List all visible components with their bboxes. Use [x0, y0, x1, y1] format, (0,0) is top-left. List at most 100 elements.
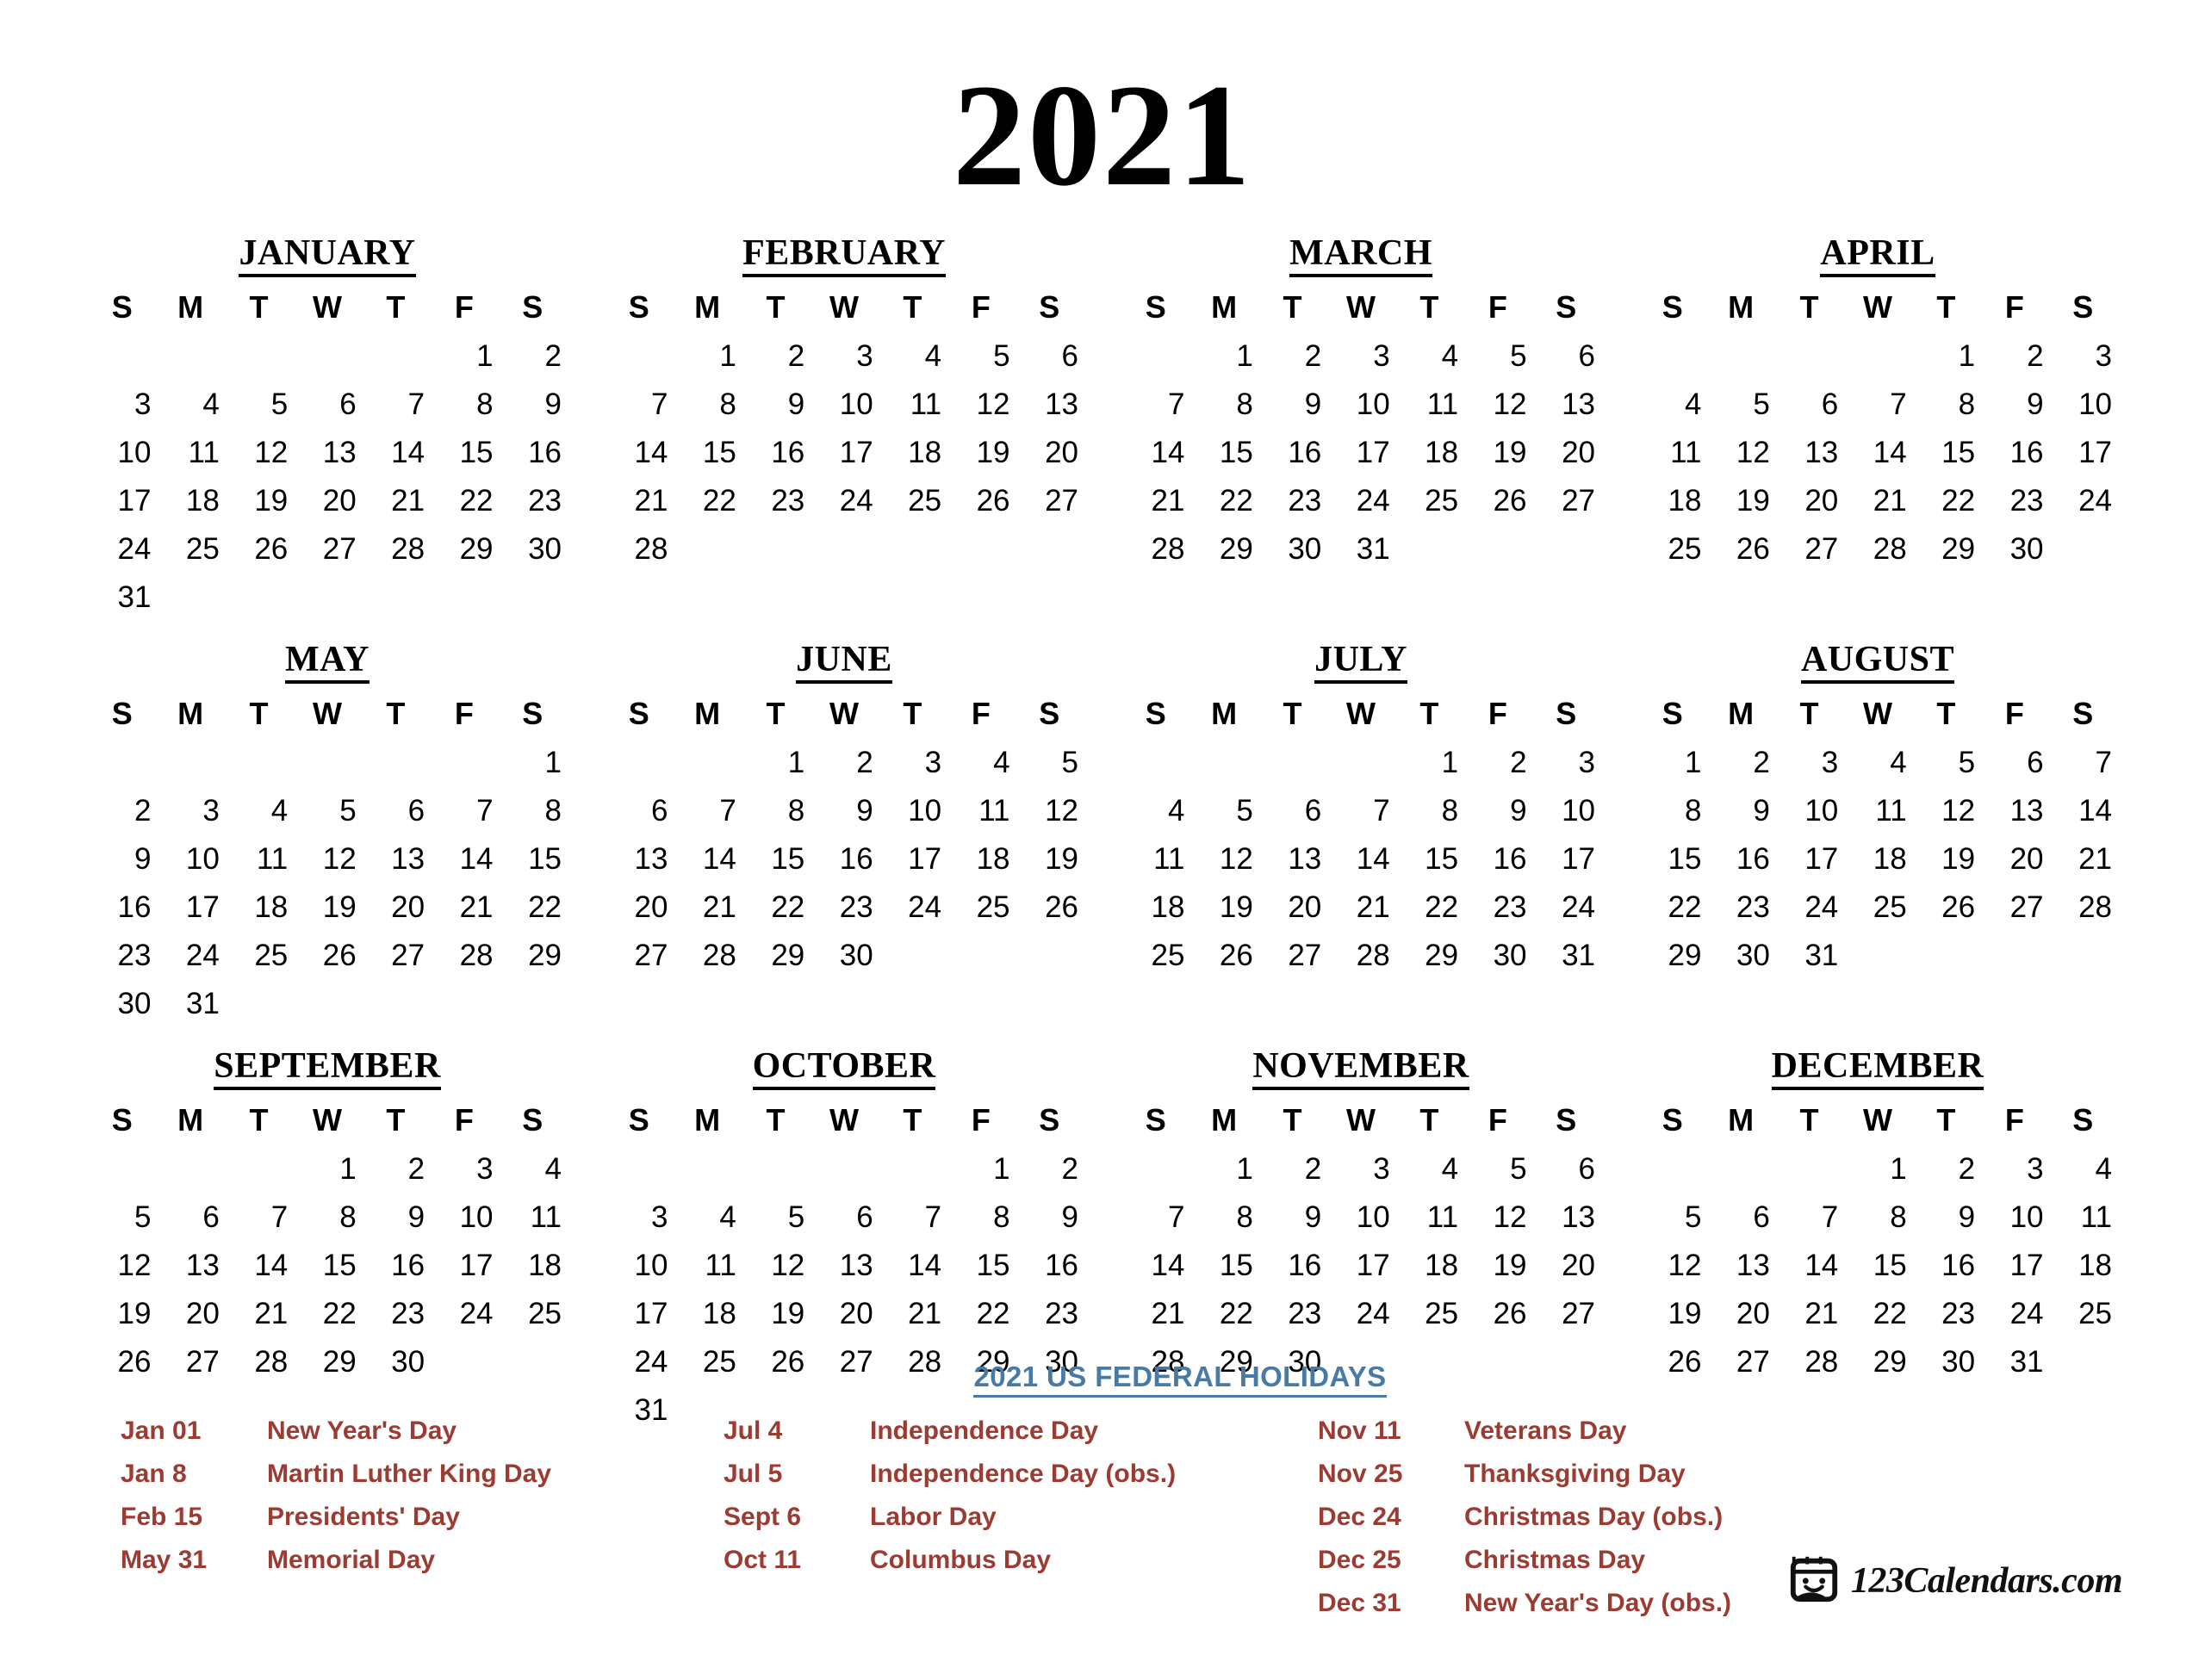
day-cell[interactable]: 18 — [225, 883, 293, 932]
day-cell[interactable]: 5 — [742, 1193, 810, 1242]
day-cell[interactable]: 7 — [1326, 787, 1394, 835]
day-cell[interactable]: 6 — [605, 787, 673, 835]
day-cell[interactable]: 27 — [605, 932, 673, 980]
day-cell[interactable]: 16 — [362, 1242, 430, 1290]
day-cell[interactable]: 1 — [1843, 1145, 1911, 1193]
day-cell[interactable]: 3 — [2049, 332, 2117, 381]
day-cell[interactable]: 14 — [430, 835, 498, 883]
day-cell[interactable]: 8 — [1843, 1193, 1911, 1242]
day-cell[interactable]: 24 — [1775, 883, 1843, 932]
day-cell[interactable]: 21 — [673, 883, 741, 932]
day-cell[interactable]: 26 — [1016, 883, 1084, 932]
day-cell[interactable]: 29 — [1912, 525, 1980, 573]
day-cell[interactable]: 2 — [499, 332, 567, 381]
day-cell[interactable]: 27 — [293, 525, 361, 573]
day-cell[interactable]: 23 — [362, 1290, 430, 1338]
day-cell[interactable]: 2 — [1016, 1145, 1084, 1193]
day-cell[interactable]: 23 — [499, 477, 567, 525]
day-cell[interactable]: 30 — [1980, 525, 2048, 573]
day-cell[interactable]: 13 — [1532, 381, 1600, 429]
day-cell[interactable]: 30 — [88, 980, 156, 1028]
day-cell[interactable]: 24 — [1980, 1290, 2048, 1338]
day-cell[interactable]: 9 — [1912, 1193, 1980, 1242]
day-cell[interactable]: 19 — [225, 477, 293, 525]
day-cell[interactable]: 1 — [499, 739, 567, 787]
day-cell[interactable]: 10 — [1980, 1193, 2048, 1242]
day-cell[interactable]: 24 — [88, 525, 156, 573]
day-cell[interactable]: 24 — [430, 1290, 498, 1338]
day-cell[interactable]: 24 — [1326, 477, 1394, 525]
day-cell[interactable]: 21 — [1121, 1290, 1189, 1338]
day-cell[interactable]: 11 — [2049, 1193, 2117, 1242]
day-cell[interactable]: 16 — [499, 429, 567, 477]
day-cell[interactable]: 12 — [1706, 429, 1774, 477]
day-cell[interactable]: 20 — [1258, 883, 1326, 932]
day-cell[interactable]: 23 — [1016, 1290, 1084, 1338]
day-cell[interactable]: 5 — [88, 1193, 156, 1242]
day-cell[interactable]: 12 — [293, 835, 361, 883]
day-cell[interactable]: 23 — [1980, 477, 2048, 525]
day-cell[interactable]: 10 — [810, 381, 878, 429]
day-cell[interactable]: 13 — [1258, 835, 1326, 883]
day-cell[interactable]: 13 — [1532, 1193, 1600, 1242]
day-cell[interactable]: 13 — [1016, 381, 1084, 429]
day-cell[interactable]: 9 — [88, 835, 156, 883]
day-cell[interactable]: 21 — [2049, 835, 2117, 883]
day-cell[interactable]: 20 — [1532, 1242, 1600, 1290]
day-cell[interactable]: 10 — [605, 1242, 673, 1290]
day-cell[interactable]: 7 — [362, 381, 430, 429]
day-cell[interactable]: 10 — [1775, 787, 1843, 835]
day-cell[interactable]: 24 — [1326, 1290, 1394, 1338]
day-cell[interactable]: 11 — [673, 1242, 741, 1290]
day-cell[interactable]: 17 — [1326, 429, 1394, 477]
day-cell[interactable]: 12 — [1189, 835, 1258, 883]
day-cell[interactable]: 26 — [1706, 525, 1774, 573]
day-cell[interactable]: 18 — [1395, 429, 1463, 477]
day-cell[interactable]: 27 — [1016, 477, 1084, 525]
day-cell[interactable]: 27 — [1775, 525, 1843, 573]
day-cell[interactable]: 20 — [605, 883, 673, 932]
day-cell[interactable]: 9 — [742, 381, 810, 429]
day-cell[interactable]: 6 — [1532, 1145, 1600, 1193]
day-cell[interactable]: 4 — [1638, 381, 1706, 429]
day-cell[interactable]: 19 — [1706, 477, 1774, 525]
day-cell[interactable]: 24 — [879, 883, 947, 932]
day-cell[interactable]: 27 — [1532, 1290, 1600, 1338]
day-cell[interactable]: 30 — [810, 932, 878, 980]
day-cell[interactable]: 2 — [1258, 1145, 1326, 1193]
day-cell[interactable]: 10 — [430, 1193, 498, 1242]
day-cell[interactable]: 21 — [1326, 883, 1394, 932]
day-cell[interactable]: 18 — [156, 477, 224, 525]
day-cell[interactable]: 28 — [430, 932, 498, 980]
day-cell[interactable]: 31 — [1326, 525, 1394, 573]
day-cell[interactable]: 21 — [1843, 477, 1911, 525]
day-cell[interactable]: 25 — [947, 883, 1015, 932]
day-cell[interactable]: 2 — [1980, 332, 2048, 381]
day-cell[interactable]: 2 — [1912, 1145, 1980, 1193]
day-cell[interactable]: 16 — [1912, 1242, 1980, 1290]
day-cell[interactable]: 19 — [1638, 1290, 1706, 1338]
day-cell[interactable]: 25 — [2049, 1290, 2117, 1338]
day-cell[interactable]: 19 — [742, 1290, 810, 1338]
day-cell[interactable]: 17 — [1775, 835, 1843, 883]
day-cell[interactable]: 29 — [742, 932, 810, 980]
day-cell[interactable]: 14 — [2049, 787, 2117, 835]
day-cell[interactable]: 12 — [742, 1242, 810, 1290]
day-cell[interactable]: 14 — [1326, 835, 1394, 883]
day-cell[interactable]: 31 — [1532, 932, 1600, 980]
day-cell[interactable]: 20 — [1532, 429, 1600, 477]
day-cell[interactable]: 11 — [947, 787, 1015, 835]
day-cell[interactable]: 31 — [156, 980, 224, 1028]
day-cell[interactable]: 18 — [1638, 477, 1706, 525]
day-cell[interactable]: 6 — [1016, 332, 1084, 381]
day-cell[interactable]: 17 — [1532, 835, 1600, 883]
day-cell[interactable]: 4 — [879, 332, 947, 381]
day-cell[interactable]: 30 — [1706, 932, 1774, 980]
day-cell[interactable]: 22 — [673, 477, 741, 525]
day-cell[interactable]: 5 — [1463, 1145, 1531, 1193]
day-cell[interactable]: 25 — [1843, 883, 1911, 932]
day-cell[interactable]: 26 — [947, 477, 1015, 525]
day-cell[interactable]: 14 — [225, 1242, 293, 1290]
day-cell[interactable]: 12 — [1016, 787, 1084, 835]
day-cell[interactable]: 23 — [742, 477, 810, 525]
